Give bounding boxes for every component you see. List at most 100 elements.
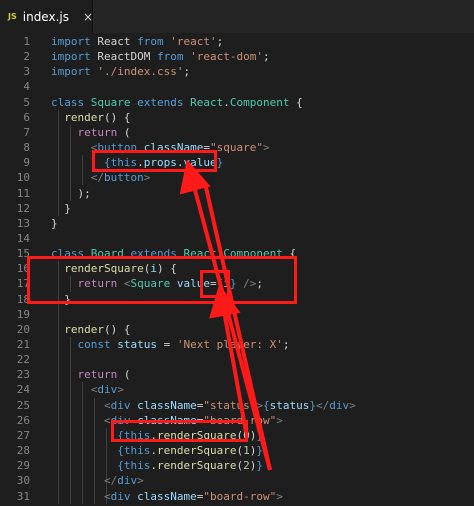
code-token: class — [51, 95, 91, 109]
code-token: div — [110, 398, 138, 412]
code-token: value — [176, 277, 210, 291]
code-token: ; — [282, 338, 290, 351]
code-token: ; — [256, 277, 263, 291]
code-token: . — [223, 95, 230, 109]
code-token: "status" — [203, 398, 257, 412]
code-token: { — [289, 247, 297, 261]
code-token: this — [110, 156, 138, 170]
code-token: Square — [130, 277, 177, 291]
code-token: import — [51, 35, 98, 48]
code-line[interactable]: 28 {this.renderSquare(1)} — [0, 443, 474, 458]
code-line[interactable]: 1 import React from 'react'; — [0, 34, 474, 49]
code-line[interactable]: 12 } — [0, 201, 474, 216]
code-token: extends — [130, 247, 184, 261]
code-token: ( — [123, 125, 131, 139]
line-number: 17 — [16, 277, 30, 291]
code-token: ReactDOM — [97, 50, 157, 64]
code-token: status — [269, 398, 310, 412]
code-token: } — [256, 428, 263, 442]
code-line[interactable]: 5 class Square extends React.Component { — [0, 95, 474, 110]
code-line[interactable]: 13} — [0, 216, 474, 231]
code-token: () { — [104, 110, 131, 124]
line-number: 6 — [23, 110, 30, 124]
code-token: = — [209, 277, 217, 291]
code-line[interactable]: 2 import ReactDOM from 'react-dom'; — [0, 49, 474, 64]
code-line[interactable]: 19 — [0, 307, 474, 322]
line-code: import ReactDOM from 'react-dom'; — [51, 49, 270, 64]
code-line[interactable]: 22 — [0, 352, 474, 367]
line-code: return ( — [51, 125, 131, 140]
code-token: { — [262, 398, 270, 412]
code-line[interactable]: 18 } — [0, 292, 474, 307]
line-number: 5 — [23, 95, 30, 109]
code-line[interactable]: 7 return ( — [0, 125, 474, 140]
line-number: 2 — [23, 50, 30, 64]
line-code: <div className="board-row"> — [51, 413, 283, 428]
code-line[interactable]: 3 import './index.css'; — [0, 64, 474, 79]
code-token: render — [64, 322, 104, 336]
code-token: . — [150, 428, 157, 442]
code-token: React — [97, 35, 138, 48]
code-line[interactable]: 25 <div className="status">{status}</div… — [0, 398, 474, 413]
code-line[interactable]: 16 renderSquare(i) { — [0, 261, 474, 276]
code-token: { — [296, 95, 303, 109]
code-line[interactable]: 29 {this.renderSquare(2)} — [0, 458, 474, 473]
code-token: < — [103, 398, 111, 412]
code-line[interactable]: 31 <div className="board-row"> — [0, 489, 474, 504]
code-line[interactable]: 27 {this.renderSquare(0)} — [0, 428, 474, 443]
line-number: 21 — [16, 338, 30, 351]
javascript-file-icon: JS — [8, 12, 17, 21]
code-token: > — [117, 383, 124, 397]
code-line[interactable]: 15 class Board extends React.Component { — [0, 246, 474, 261]
tab-bar: JS index.js × — [0, 0, 474, 33]
line-code: return ( — [51, 367, 131, 382]
code-line[interactable]: 21 const status = 'Next player: X'; — [0, 337, 474, 352]
code-line[interactable]: 14 — [0, 231, 474, 246]
code-token: > — [256, 398, 263, 412]
code-line[interactable]: 26 <div className="board-row"> — [0, 413, 474, 428]
close-icon[interactable]: × — [83, 10, 93, 24]
line-code: {this.props.value} — [51, 155, 223, 170]
line-number: 1 — [23, 35, 30, 48]
code-line[interactable]: 9 {this.props.value} — [0, 155, 474, 170]
code-line[interactable]: 10 </button> — [0, 170, 474, 185]
code-token: return — [77, 368, 124, 382]
code-line[interactable]: 8 <button className="square"> — [0, 140, 474, 155]
code-token: extends — [137, 95, 191, 109]
code-token: < — [103, 489, 111, 503]
code-token: Square — [90, 95, 138, 109]
code-line[interactable]: 4 — [0, 79, 474, 94]
code-token: this — [123, 428, 151, 442]
code-token: } — [51, 292, 71, 306]
line-code: const status = 'Next player: X'; — [51, 337, 290, 352]
code-token: < — [103, 413, 111, 427]
code-token: i — [150, 262, 157, 276]
line-code: renderSquare(i) { — [51, 261, 177, 276]
line-number: 26 — [16, 413, 30, 427]
code-line[interactable]: 20 render() { — [0, 322, 474, 337]
line-number: 16 — [16, 262, 30, 276]
code-line[interactable]: 30 </div> — [0, 473, 474, 488]
line-number: 28 — [16, 444, 30, 458]
code-token: this — [123, 444, 151, 458]
code-line[interactable]: 6 render() { — [0, 110, 474, 125]
code-token: div — [110, 489, 138, 503]
code-line[interactable]: 17 return <Square value={i} />; — [0, 276, 474, 291]
code-token: ; — [216, 35, 224, 48]
line-code: {this.renderSquare(0)} — [51, 428, 263, 443]
code-token: </ — [90, 171, 104, 185]
code-token: > — [276, 489, 283, 503]
code-token: . — [137, 156, 144, 170]
code-line[interactable]: 24 <div> — [0, 382, 474, 397]
tab-index-js[interactable]: JS index.js × — [0, 0, 93, 33]
code-editor[interactable]: 1 import React from 'react'; 2 import React… — [0, 33, 474, 506]
code-line[interactable]: 11 ); — [0, 186, 474, 201]
code-line[interactable]: 23 return ( — [0, 367, 474, 382]
code-token: ; — [262, 50, 270, 64]
code-token: } — [256, 459, 263, 473]
line-code: <div className="board-row"> — [51, 489, 283, 504]
